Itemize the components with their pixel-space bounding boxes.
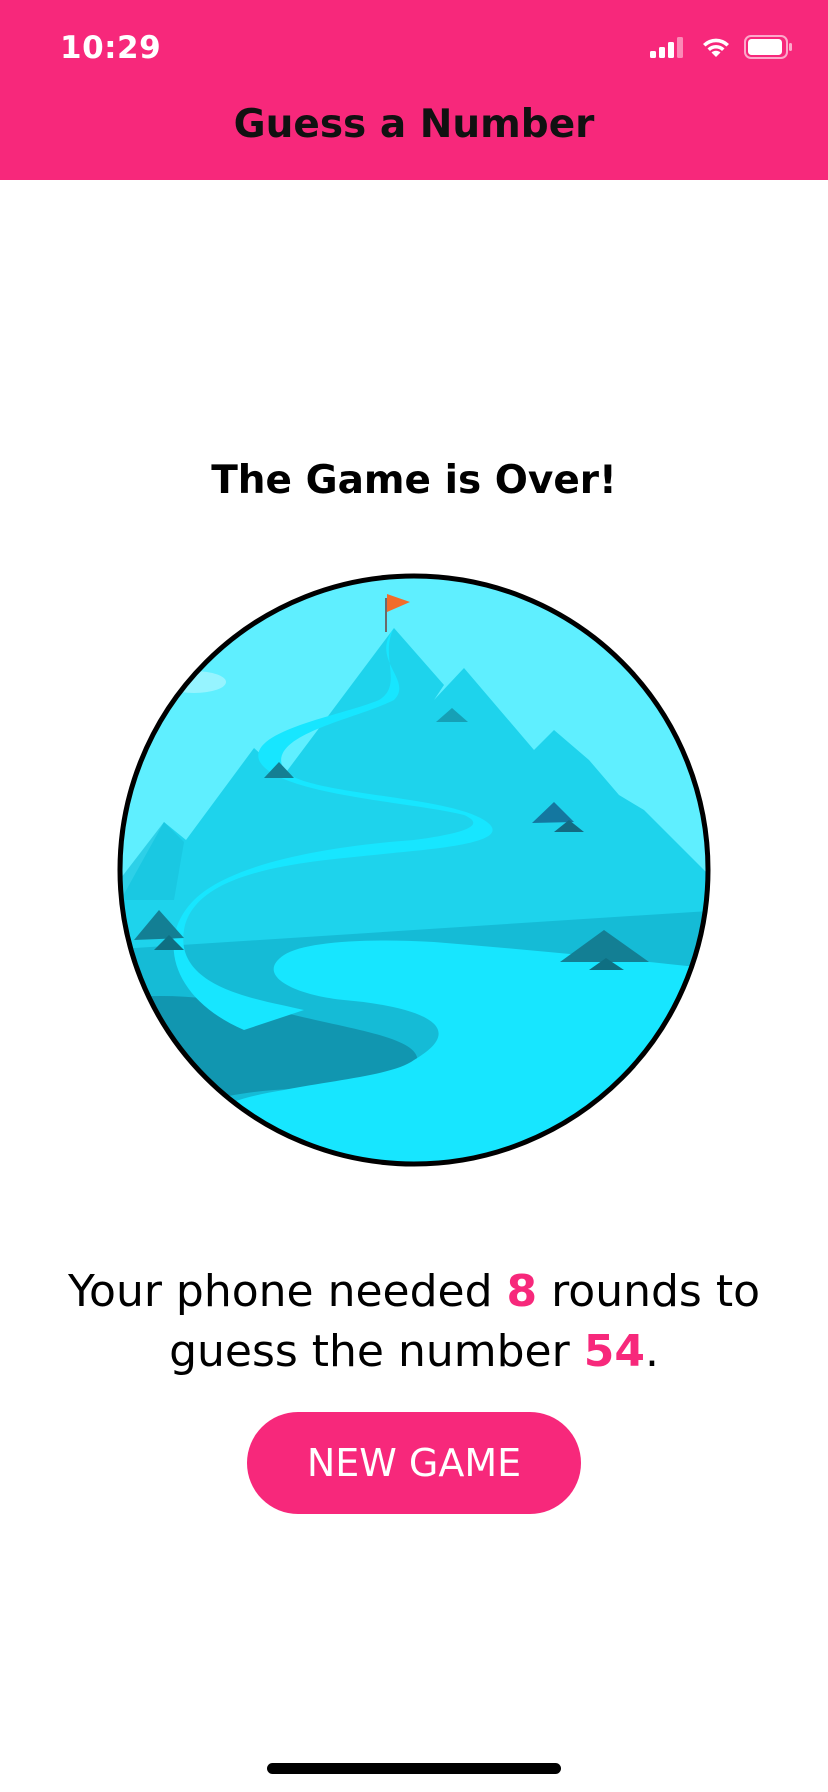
guessed-number: 54 [583, 1326, 645, 1377]
header: Guess a Number [0, 90, 828, 180]
status-bar: 10:29 [0, 0, 828, 90]
home-indicator[interactable] [267, 1763, 561, 1774]
wifi-icon [703, 38, 729, 57]
header-title: Guess a Number [233, 102, 595, 147]
rounds-count: 8 [506, 1266, 538, 1317]
battery-icon [744, 35, 792, 59]
mountain-summit-image [114, 570, 714, 1170]
cellular-signal-icon [650, 37, 683, 58]
mountain-summit-flag-illustration [117, 573, 711, 1167]
status-icons [650, 35, 794, 59]
result-message: Your phone needed 8 rounds to guess the … [40, 1262, 788, 1382]
result-suffix: . [644, 1326, 659, 1377]
game-over-title: The Game is Over! [211, 458, 617, 503]
status-time: 10:29 [60, 30, 162, 66]
result-prefix: Your phone needed [68, 1266, 507, 1317]
new-game-button[interactable]: NEW GAME [247, 1412, 581, 1514]
